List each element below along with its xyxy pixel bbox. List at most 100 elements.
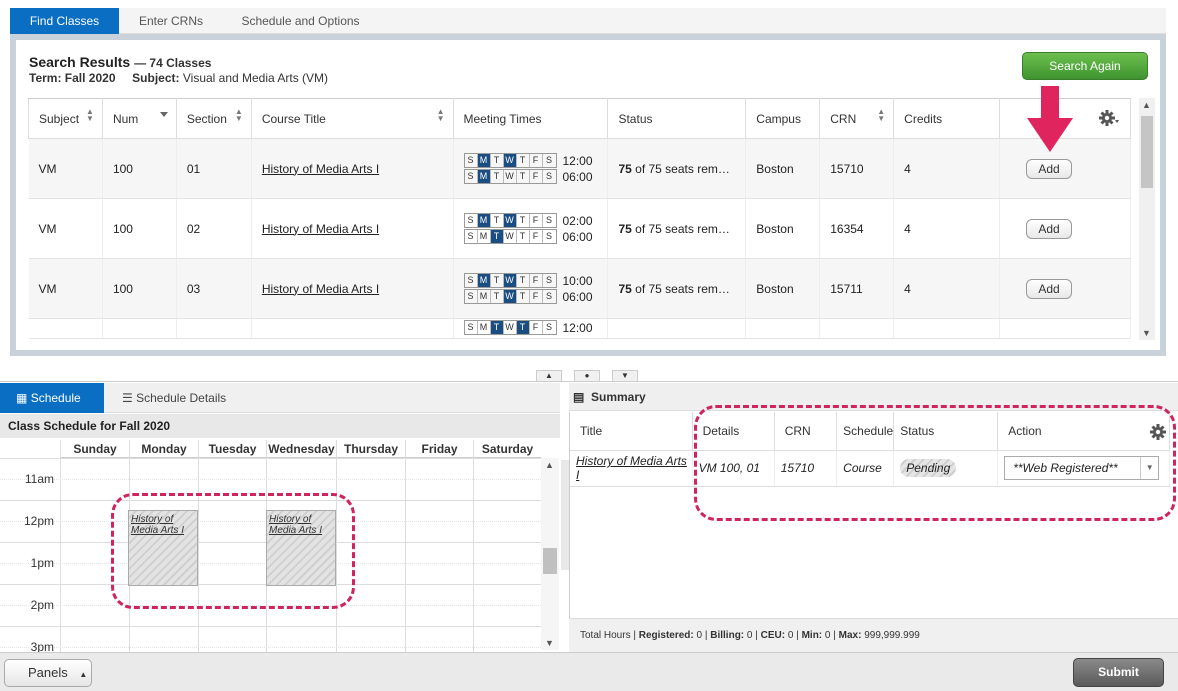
col-label: Subject	[39, 111, 80, 126]
day-box: W	[504, 170, 517, 183]
cell-meeting-times: S M T W T F S 10:00 S M T W T F S 06:00	[453, 258, 609, 319]
cell-credits: 4	[893, 198, 1001, 259]
col-crn[interactable]: CRN ▲ ▼	[819, 98, 895, 139]
meeting-days: SMTWTFS	[463, 213, 557, 228]
tab-schedule-details-label: Schedule Details	[136, 391, 227, 405]
col-credits: Credits	[893, 98, 1001, 139]
search-results-panel: Search Results — 74 Classes Term: Fall 2…	[10, 34, 1166, 356]
day-box: S	[465, 321, 478, 334]
splitter-center-icon[interactable]: ●	[574, 370, 600, 382]
cell-num: 100	[102, 258, 177, 319]
panel-collapse-strip[interactable]	[561, 460, 569, 570]
col-course-title[interactable]: Course Title ▲ ▼	[250, 98, 454, 139]
tab-schedule-and-options[interactable]: Schedule and Options	[223, 8, 378, 34]
list-icon: ☰	[122, 391, 133, 405]
seats-remaining: 75	[618, 161, 632, 176]
cell-subject: VM	[28, 138, 103, 199]
day-box: F	[530, 290, 543, 303]
cell-subject	[28, 318, 103, 339]
summary-course-link[interactable]: History of Media Arts I	[576, 454, 687, 482]
day-box: M	[478, 321, 491, 334]
cell-section: 02	[176, 198, 252, 259]
panel-splitter: ▲ ● ▼	[0, 370, 1178, 382]
bottom-bar: Panels ▲ Submit	[0, 652, 1178, 691]
calendar-hour-line	[0, 458, 541, 459]
day-box: T	[517, 154, 530, 167]
tab-schedule-details[interactable]: ☰ Schedule Details	[104, 383, 264, 413]
col-section[interactable]: Section ▲ ▼	[175, 98, 252, 139]
cell-credits: 4	[893, 258, 1001, 319]
scroll-thumb[interactable]	[543, 548, 557, 574]
day-box: W	[504, 230, 517, 243]
schedule-heading: Class Schedule for Fall 2020	[0, 414, 560, 438]
subject-value: Visual and Media Arts (VM)	[182, 71, 329, 85]
calendar-hour-line	[0, 626, 541, 627]
day-box: S	[465, 230, 478, 243]
results-scrollbar[interactable]: ▲ ▼	[1139, 98, 1155, 340]
table-row: VM 100 01 History of Media Arts I S M T W T F S 12:…	[28, 138, 1131, 199]
gear-icon[interactable]	[1098, 109, 1120, 127]
cell-campus: Boston	[745, 258, 821, 319]
tab-find-classes[interactable]: Find Classes	[10, 8, 119, 34]
sort-icon: ▲ ▼	[86, 107, 94, 123]
day-box: T	[491, 170, 504, 183]
meeting-days: SMTWTFS	[463, 273, 557, 288]
col-subject[interactable]: Subject ▲ ▼	[28, 98, 103, 139]
meeting-time: S M T W T F S 10:00	[463, 273, 608, 288]
cell-add: Add	[999, 198, 1131, 259]
day-box: S	[465, 214, 478, 227]
col-num[interactable]: Num	[101, 98, 177, 139]
cell-meeting-times: S M T W T F S 12:00 S M T W T F S 06:00	[453, 138, 609, 199]
calendar-scrollbar[interactable]: ▲ ▼	[541, 458, 559, 650]
cell-status: 75 of 75 seats rem…	[607, 198, 747, 259]
meeting-time: S M T W T F S 12:00	[463, 153, 608, 168]
meeting-time-value: 10:00	[562, 273, 593, 288]
scroll-thumb[interactable]	[1141, 116, 1153, 188]
day-box: S	[465, 290, 478, 303]
scroll-down-icon[interactable]: ▼	[1142, 328, 1151, 338]
seats-total: of 75 seats rem…	[631, 161, 730, 176]
scroll-up-icon[interactable]: ▲	[1142, 100, 1151, 110]
summary-highlight-annotation	[694, 405, 1176, 521]
add-button[interactable]: Add	[1026, 218, 1073, 239]
day-box: M	[478, 230, 491, 243]
cell-campus: Boston	[745, 138, 821, 199]
meeting-time: S M T W T F S 12:00	[463, 320, 608, 335]
col-label: Section	[186, 111, 227, 126]
splitter-up-icon[interactable]: ▲	[536, 370, 562, 382]
summary-row-title[interactable]: History of Media Arts I	[570, 450, 693, 487]
tab-schedule[interactable]: ▦ Schedule	[0, 383, 104, 413]
footer-min-label: Min:	[801, 630, 823, 641]
splitter-down-icon[interactable]: ▼	[612, 370, 638, 382]
day-box: T	[517, 214, 530, 227]
search-again-button[interactable]: Search Again	[1022, 52, 1148, 80]
cell-credits: 4	[893, 138, 1001, 199]
day-box: F	[530, 274, 543, 287]
add-button[interactable]: Add	[1026, 158, 1073, 179]
tab-enter-crns[interactable]: Enter CRNs	[119, 8, 223, 34]
course-title-link[interactable]: History of Media Arts I	[262, 162, 379, 176]
scroll-down-icon[interactable]: ▼	[545, 638, 554, 648]
table-row: S M T W T F S 12:00	[28, 318, 1131, 339]
tab-schedule-label: Schedule	[30, 391, 81, 405]
submit-button[interactable]: Submit	[1073, 658, 1164, 687]
seats-remaining: 75	[618, 281, 632, 296]
day-box: T	[490, 321, 504, 334]
day-box: T	[517, 290, 530, 303]
panels-button[interactable]: Panels ▲	[4, 659, 92, 687]
course-title-link[interactable]: History of Media Arts I	[262, 222, 379, 236]
footer-max-label: Max:	[838, 630, 862, 641]
day-box: S	[465, 274, 478, 287]
course-title-link[interactable]: History of Media Arts I	[262, 282, 379, 296]
scroll-up-icon[interactable]: ▲	[545, 460, 554, 470]
day-box: T	[491, 214, 504, 227]
day-box: T	[517, 230, 530, 243]
day-box: F	[530, 170, 543, 183]
day-box: W	[503, 214, 517, 227]
calendar-day-header: Sunday	[60, 440, 129, 458]
add-button[interactable]: Add	[1026, 278, 1073, 299]
cell-campus	[745, 318, 821, 339]
calendar-hour-label: 2pm	[30, 598, 54, 612]
meeting-time: S M T W T F S 06:00	[463, 229, 608, 244]
day-box: W	[503, 290, 517, 303]
